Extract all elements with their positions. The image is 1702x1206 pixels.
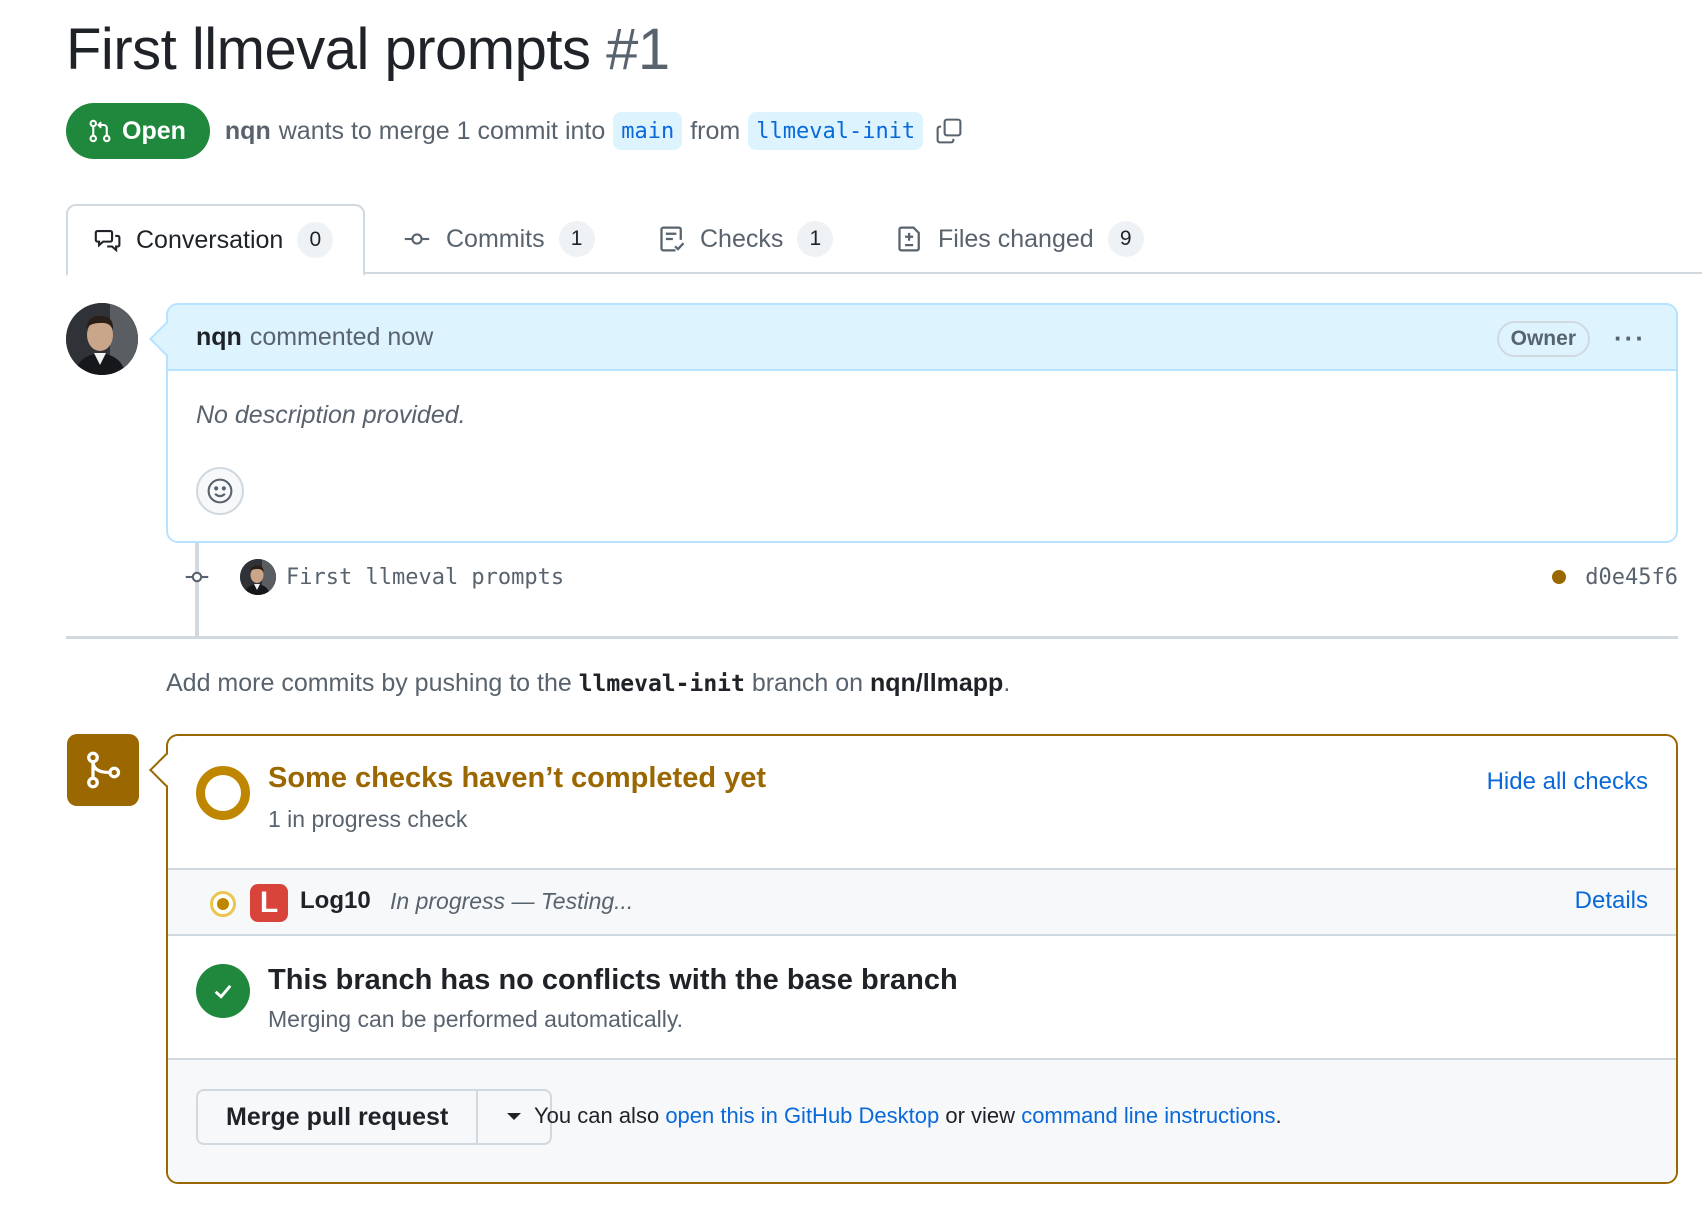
tab-conversation[interactable]: Conversation 0 <box>66 204 366 276</box>
checks-subtitle: 1 in progress check <box>268 806 468 832</box>
merge-summary: nqn wants to merge 1 commit into main fr… <box>225 112 963 150</box>
pr-status-row: Open nqn wants to merge 1 commit into ma… <box>66 103 963 159</box>
base-branch-ref[interactable]: main <box>613 112 683 150</box>
open-state-badge: Open <box>66 103 210 159</box>
state-label: Open <box>122 116 186 145</box>
tab-counter: 1 <box>558 221 595 257</box>
check-details-link[interactable]: Details <box>1575 887 1648 915</box>
conflict-title: This branch has no conflicts with the ba… <box>268 964 958 996</box>
pending-status-icon <box>196 766 250 820</box>
conflict-status-section: This branch has no conflicts with the ba… <box>168 936 1676 1060</box>
smiley-icon <box>207 478 233 504</box>
check-circle-icon <box>196 964 250 1018</box>
push-hint-prefix: Add more commits by pushing to the <box>166 669 572 697</box>
command-line-instructions-link[interactable]: command line instructions <box>1021 1103 1275 1128</box>
git-merge-icon <box>87 751 121 789</box>
check-row-log10: L Log10 In progress — Testing... Details <box>168 870 1676 936</box>
copy-icon[interactable] <box>935 117 963 145</box>
merge-hint-middle: or view <box>945 1103 1016 1128</box>
open-in-desktop-link[interactable]: open this in GitHub Desktop <box>665 1103 939 1128</box>
add-reaction-button[interactable] <box>196 467 244 515</box>
owner-badge: Owner <box>1496 321 1590 357</box>
checks-summary-section: Some checks haven’t completed yet 1 in p… <box>168 736 1676 870</box>
tab-label: Files changed <box>938 224 1094 253</box>
merge-status-icon <box>67 734 139 806</box>
comment-timestamp[interactable]: commented now <box>250 323 433 352</box>
tab-label: Commits <box>446 224 545 253</box>
merge-text: wants to merge 1 commit into <box>278 116 606 145</box>
conflict-subtitle: Merging can be performed automatically. <box>268 1006 684 1032</box>
pr-description-comment: nqn commented now Owner ··· No descripti… <box>149 303 1678 543</box>
tab-label: Checks <box>700 224 784 253</box>
git-pull-request-icon <box>89 119 111 143</box>
pr-author-link[interactable]: nqn <box>225 117 271 146</box>
tab-counter: 9 <box>1107 221 1144 257</box>
checks-title: Some checks haven’t completed yet <box>268 762 767 794</box>
tab-counter: 1 <box>797 221 834 257</box>
timeline-divider <box>66 636 1678 639</box>
commit-icon <box>404 233 430 245</box>
check-status: In progress — Testing... <box>390 888 634 914</box>
tab-label: Conversation <box>136 225 284 254</box>
comment-header: nqn commented now Owner ··· <box>168 305 1676 371</box>
tab-checks[interactable]: Checks 1 <box>658 204 834 274</box>
hide-all-checks-link[interactable]: Hide all checks <box>1487 768 1648 796</box>
tab-counter: 0 <box>297 222 334 258</box>
tab-files-changed[interactable]: Files changed 9 <box>896 204 1144 274</box>
pr-number: #1 <box>606 17 670 82</box>
pr-title-text: First llmeval prompts <box>66 17 591 82</box>
comment-author-link[interactable]: nqn <box>196 323 242 352</box>
merge-hint-suffix: . <box>1275 1103 1282 1128</box>
merge-hint: You can also open this in GitHub Desktop… <box>534 1103 1282 1129</box>
check-name: Log10 <box>300 887 371 914</box>
pr-tabs: Conversation 0 Commits 1 Checks 1 Files … <box>66 204 1702 276</box>
merge-box: Some checks haven’t completed yet 1 in p… <box>149 734 1678 1184</box>
commit-sha-link[interactable]: d0e45f6 <box>1585 565 1678 590</box>
merge-button-group: Merge pull request <box>196 1089 553 1145</box>
triangle-down-icon <box>507 1113 522 1120</box>
in-progress-dot-icon <box>210 891 236 917</box>
commit-icon <box>185 571 209 583</box>
push-hint-middle: branch on <box>751 669 864 697</box>
merge-pull-request-button[interactable]: Merge pull request <box>198 1091 479 1143</box>
kebab-horizontal-icon[interactable]: ··· <box>1614 323 1646 354</box>
comment-discussion-icon <box>94 230 121 253</box>
merge-actions-section: Merge pull request You can also open thi… <box>168 1060 1676 1182</box>
from-text: from <box>690 116 741 145</box>
author-avatar[interactable] <box>66 303 138 375</box>
commit-status-dot[interactable] <box>1552 570 1566 584</box>
merge-hint-prefix: You can also <box>534 1103 660 1128</box>
pr-title: First llmeval prompts #1 <box>66 16 670 83</box>
commit-message-link[interactable]: First llmeval prompts <box>286 565 564 590</box>
tab-commits[interactable]: Commits 1 <box>402 204 595 274</box>
commit-author-avatar[interactable] <box>240 559 276 595</box>
push-hint-branch: llmeval-init <box>578 671 745 697</box>
timeline-commit: First llmeval prompts d0e45f6 <box>180 556 1678 598</box>
checklist-icon <box>660 226 685 252</box>
comment-body: No description provided. <box>196 401 466 429</box>
head-branch-ref[interactable]: llmeval-init <box>748 112 924 150</box>
push-hint: Add more commits by pushing to the llmev… <box>166 669 1010 698</box>
log10-app-logo: L <box>250 884 288 922</box>
push-hint-suffix: . <box>1003 669 1011 697</box>
push-hint-repo: nqn/llmapp <box>869 669 1004 697</box>
file-diff-icon <box>898 226 920 252</box>
